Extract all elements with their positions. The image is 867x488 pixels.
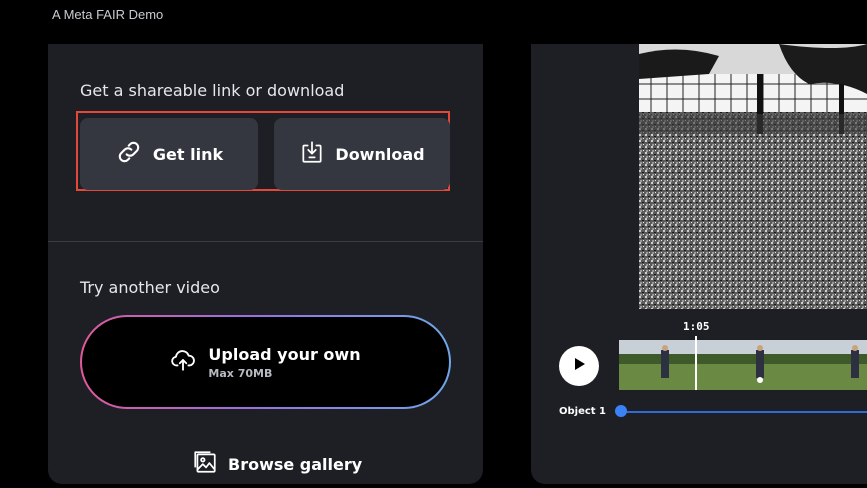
- link-icon: [115, 138, 143, 170]
- filmstrip-frame: [708, 340, 797, 390]
- video-preview[interactable]: [639, 44, 867, 309]
- share-panel: Get a shareable link or download Get lin…: [48, 44, 483, 484]
- another-section-title: Try another video: [80, 278, 220, 297]
- upload-size-limit: Max 70MB: [208, 366, 273, 380]
- playhead[interactable]: [695, 336, 697, 390]
- object-track-handle[interactable]: [615, 405, 627, 417]
- timeline-filmstrip[interactable]: [619, 340, 867, 390]
- object-track: [621, 411, 867, 413]
- download-label: Download: [335, 144, 425, 164]
- play-icon: [571, 356, 587, 376]
- browse-gallery-button[interactable]: Browse gallery: [192, 449, 362, 479]
- upload-label: Upload your own: [208, 344, 361, 364]
- get-link-button[interactable]: Get link: [80, 118, 258, 190]
- filmstrip-frame: [797, 340, 867, 390]
- upload-own-button[interactable]: Upload your own Max 70MB: [80, 315, 451, 409]
- video-panel: 1:05 Object 1: [531, 44, 867, 484]
- gallery-icon: [192, 449, 218, 479]
- header-text: A Meta FAIR Demo: [52, 7, 164, 22]
- object-label: Object 1: [559, 406, 607, 417]
- download-button[interactable]: Download: [274, 118, 450, 190]
- browse-gallery-label: Browse gallery: [228, 454, 363, 474]
- play-button[interactable]: [559, 346, 599, 386]
- download-icon: [299, 139, 325, 169]
- cloud-upload-icon: [170, 347, 196, 377]
- timecode: 1:05: [683, 320, 710, 333]
- get-link-label: Get link: [152, 144, 224, 164]
- section-divider: [48, 241, 483, 242]
- share-section-title: Get a shareable link or download: [80, 81, 345, 100]
